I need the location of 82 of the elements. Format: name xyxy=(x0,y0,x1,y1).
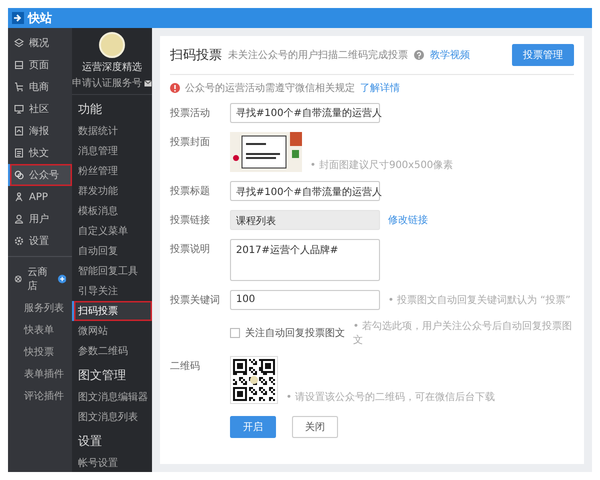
account-type: 申请认证服务号 xyxy=(72,76,142,90)
monitor-icon xyxy=(14,104,24,114)
field-label: 投票链接 xyxy=(170,215,210,226)
hint-text: • 请设置该公众号的二维码，可在微信后台下载 xyxy=(286,390,496,404)
menu-item[interactable]: 引导关注 xyxy=(72,281,152,301)
field-label: 二维码 xyxy=(170,361,200,372)
cover-image[interactable] xyxy=(230,132,302,172)
poster-icon xyxy=(14,126,24,136)
menu-item[interactable]: 智能回复工具 xyxy=(72,261,152,281)
sidebar-subitem[interactable]: 快投票 xyxy=(8,341,72,363)
field-label: 投票标题 xyxy=(170,186,210,197)
sidebar-group-label[interactable]: 云商店 xyxy=(27,265,53,293)
menu-item[interactable]: 数据统计 xyxy=(72,121,152,141)
hint-text: • 封面图建议尺寸900x500像素 xyxy=(310,158,454,172)
hint-text: • 投票图文自动回复关键词默认为 “投票” xyxy=(388,294,571,307)
menu-item[interactable]: 群发功能 xyxy=(72,181,152,201)
field-label: 投票活动 xyxy=(170,108,210,119)
sidebar-item[interactable]: 页面 xyxy=(8,54,72,76)
text-input[interactable]: 100 xyxy=(230,290,380,310)
sidebar-subitem[interactable]: 评论插件 xyxy=(8,385,72,407)
sidebar-item[interactable]: 快文 xyxy=(8,142,72,164)
app-logo[interactable]: 快站 xyxy=(28,10,52,26)
field-label: 投票封面 xyxy=(170,137,210,148)
qr-code-drawing xyxy=(230,356,278,404)
arrow-box-icon xyxy=(12,12,24,24)
hint-text: • 若勾选此项，用户关注公众号后自动回复投票图文 xyxy=(353,320,574,347)
section-title: 功能 xyxy=(77,101,103,118)
field-label: 投票说明 xyxy=(170,244,210,255)
manage-button[interactable]: 投票管理 xyxy=(512,44,574,66)
user-icon xyxy=(14,214,24,224)
sidebar-item[interactable]: 设置 xyxy=(8,230,72,252)
help-icon xyxy=(414,50,424,60)
page-title: 扫码投票 xyxy=(170,47,222,64)
details-link[interactable]: 了解详情 xyxy=(360,81,400,95)
menu-item[interactable]: 图文消息列表 xyxy=(72,407,152,427)
menu-item[interactable]: 图文消息编辑器 xyxy=(72,387,152,407)
sidebar-subitem[interactable]: 快表单 xyxy=(8,319,72,341)
section-title: 设置 xyxy=(77,433,103,450)
text-area[interactable]: 2017#运营个人品牌# xyxy=(230,239,380,281)
menu-item[interactable]: 微网站 xyxy=(72,321,152,341)
menu-item[interactable]: 参数二维码 xyxy=(72,341,152,361)
section-title: 图文管理 xyxy=(77,367,127,384)
account-name: 运营深度精选 xyxy=(82,60,142,74)
avatar xyxy=(99,32,125,58)
edit-link[interactable]: 修改链接 xyxy=(388,213,428,227)
notice-text: 公众号的运营活动需遵守微信相关规定 xyxy=(185,82,355,95)
gear-icon xyxy=(14,236,24,246)
plus-icon xyxy=(58,274,66,284)
sidebar-item[interactable]: 海报 xyxy=(8,120,72,142)
cart-icon xyxy=(14,82,24,92)
sidebar-item[interactable]: 公众号 xyxy=(8,164,72,186)
menu-item[interactable]: 扫码投票 xyxy=(72,301,152,321)
menu-item[interactable]: 粉丝管理 xyxy=(72,161,152,181)
sidebar-item[interactable]: 概况 xyxy=(8,32,72,54)
field-label: 投票关键词 xyxy=(170,295,220,306)
alert-icon xyxy=(170,83,180,93)
sidebar-item[interactable]: 社区 xyxy=(8,98,72,120)
sidebar-subitem[interactable]: 表单插件 xyxy=(8,363,72,385)
chat-bubbles-icon xyxy=(14,170,24,180)
sidebar-subitem[interactable]: 服务列表 xyxy=(8,297,72,319)
text-input[interactable]: 寻找#100个#自带流量的运营人 xyxy=(230,181,380,201)
page-description: 未关注公众号的用户扫描二维码完成投票 xyxy=(228,48,408,62)
sidebar-item[interactable]: APP xyxy=(8,186,72,208)
menu-item[interactable]: 自定义菜单 xyxy=(72,221,152,241)
menu-item[interactable]: 模板消息 xyxy=(72,201,152,221)
document-icon xyxy=(14,148,24,158)
layers-icon xyxy=(14,38,24,48)
action-button[interactable]: 开启 xyxy=(230,416,276,438)
checkbox-label[interactable]: 关注自动回复投票图文 xyxy=(245,326,345,340)
dropdown[interactable]: 寻找#100个#自带流量的运营人 xyxy=(230,103,380,123)
menu-item[interactable]: 自动回复 xyxy=(72,241,152,261)
robot-icon xyxy=(14,192,24,202)
help-link[interactable]: 教学视频 xyxy=(430,48,470,62)
envelope-icon xyxy=(144,80,152,86)
sidebar-item[interactable]: 电商 xyxy=(8,76,72,98)
dropdown-value: 寻找#100个#自带流量的运营人 xyxy=(236,106,382,120)
menu-item[interactable]: 消息管理 xyxy=(72,141,152,161)
page-icon xyxy=(14,60,24,70)
sidebar-item[interactable]: 用户 xyxy=(8,208,72,230)
checkbox[interactable] xyxy=(230,328,240,338)
action-button[interactable]: 关闭 xyxy=(292,416,338,438)
menu-item[interactable]: 帐号设置 xyxy=(72,453,152,472)
